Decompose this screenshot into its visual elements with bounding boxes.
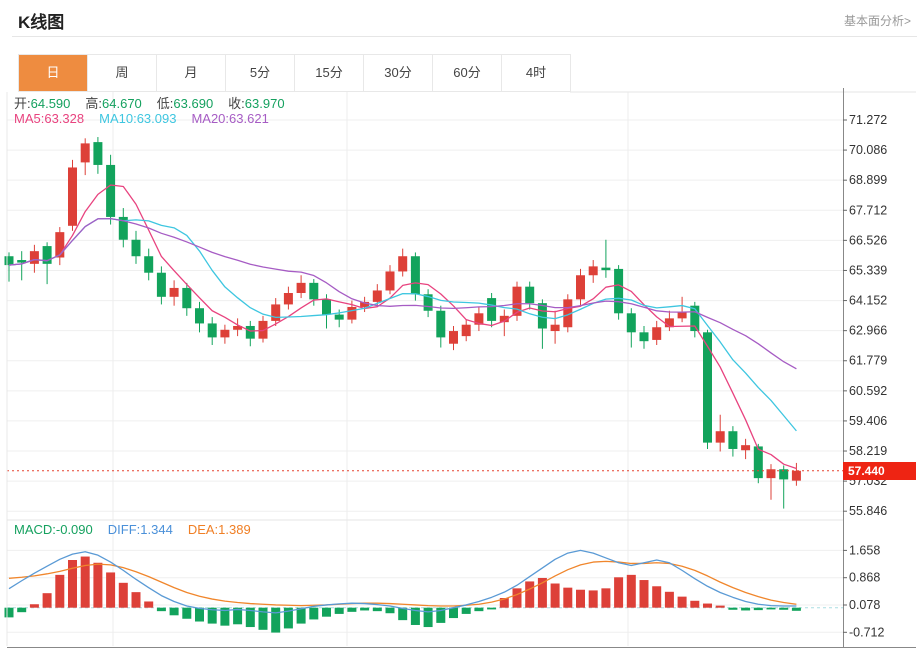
tab-30min[interactable]: 30分 [363,55,432,91]
ma-legend: MA5:63.328 MA10:63.093 MA20:63.621 [14,111,284,126]
svg-text:68.899: 68.899 [849,173,887,187]
svg-text:62.966: 62.966 [849,324,887,338]
legend-item: 收:63.970 [228,96,284,111]
kline-page: K线图 基本面分析> 日周月5分15分30分60分4时 开:64.590 高:64… [0,0,917,650]
candlestick-chart[interactable]: 71.272 70.086 68.899 67.712 66.526 65.339 64.1… [0,88,917,650]
header-divider [12,36,917,37]
page-title: K线图 [18,8,64,33]
legend-item: 低:63.690 [157,96,213,111]
legend-item: 开:64.590 [14,96,70,111]
tab-week[interactable]: 周 [87,55,156,91]
svg-text:65.339: 65.339 [849,263,887,277]
tab-5min[interactable]: 5分 [225,55,294,91]
tab-month[interactable]: 月 [156,55,225,91]
interval-tabs: 日周月5分15分30分60分4时 [18,54,571,92]
tab-4hour[interactable]: 4时 [501,55,570,91]
svg-text:0.078: 0.078 [849,598,880,612]
svg-text:67.712: 67.712 [849,203,887,217]
legend-item: MA5:63.328 [14,111,84,126]
fundamental-analysis-link[interactable]: 基本面分析> [844,12,911,29]
svg-text:58.219: 58.219 [849,444,887,458]
legend-item: MA10:63.093 [99,111,176,126]
legend-item: MACD:-0.090 [14,522,93,537]
svg-text:66.526: 66.526 [849,233,887,247]
macd-legend: MACD:-0.090 DIFF:1.344 DEA:1.389 [14,522,266,537]
legend-item: DIFF:1.344 [108,522,173,537]
ohlc-legend: 开:64.590 高:64.670 低:63.690 收:63.970 [14,93,300,112]
tab-60min[interactable]: 60分 [432,55,501,91]
current-price-badge: 57.440 [843,462,916,480]
svg-text:0.868: 0.868 [849,571,880,585]
svg-text:1.658: 1.658 [849,543,880,557]
legend-item: MA20:63.621 [191,111,268,126]
svg-text:70.086: 70.086 [849,143,887,157]
svg-text:64.152: 64.152 [849,294,887,308]
tab-15min[interactable]: 15分 [294,55,363,91]
svg-text:-0.712: -0.712 [849,625,884,639]
svg-text:55.846: 55.846 [849,504,887,518]
legend-item: DEA:1.389 [188,522,251,537]
svg-text:60.592: 60.592 [849,384,887,398]
legend-item: 高:64.670 [85,96,141,111]
svg-text:59.406: 59.406 [849,414,887,428]
tab-day[interactable]: 日 [19,55,87,91]
svg-text:71.272: 71.272 [849,113,887,127]
svg-text:61.779: 61.779 [849,354,887,368]
